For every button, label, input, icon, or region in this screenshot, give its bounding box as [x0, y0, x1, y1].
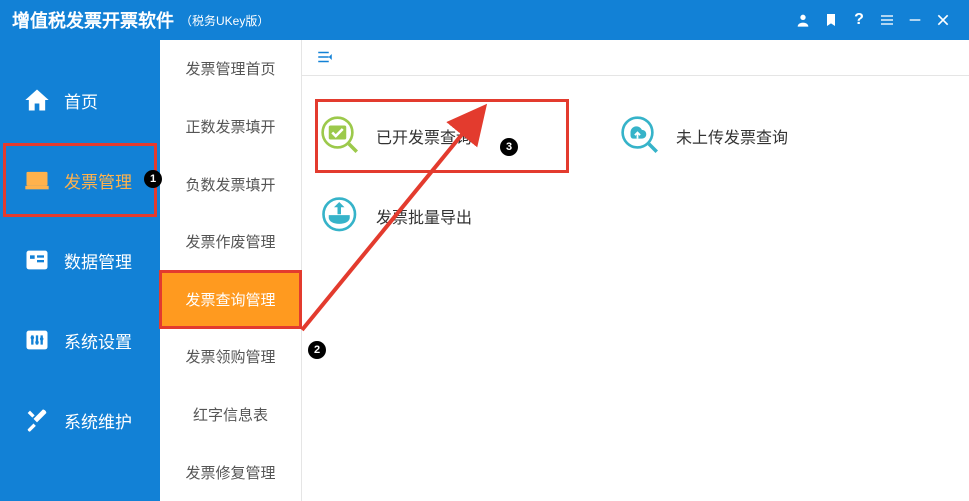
- minimize-icon[interactable]: [901, 6, 929, 34]
- step-badge-3: 3: [500, 138, 518, 156]
- sidebar-item-label: 系统设置: [64, 328, 132, 353]
- sidebar-item-home[interactable]: 首页: [0, 60, 160, 140]
- submenu-item[interactable]: 负数发票填开: [160, 155, 301, 213]
- step-badge-2: 2: [308, 341, 326, 359]
- tile-batch-export[interactable]: 发票批量导出: [312, 176, 572, 256]
- app-subtitle: （税务UKey版）: [180, 12, 269, 29]
- tile-label: 发票批量导出: [376, 204, 472, 228]
- sidebar-item-label: 首页: [64, 88, 98, 113]
- submenu-label: 发票管理首页: [185, 58, 275, 79]
- submenu-item[interactable]: 正数发票填开: [160, 98, 301, 156]
- submenu-label: 红字信息表: [193, 404, 268, 425]
- sidebar-item-settings[interactable]: 系统设置: [0, 300, 160, 380]
- titlebar: 增值税发票开票软件 （税务UKey版） ?: [0, 0, 969, 40]
- submenu-item[interactable]: 发票修复管理: [160, 443, 301, 501]
- submenu-label: 负数发票填开: [185, 174, 275, 195]
- invoice-icon: [22, 165, 52, 195]
- submenu-label: 发票领购管理: [185, 346, 275, 367]
- tile-unuploaded-query[interactable]: 未上传发票查询: [612, 96, 872, 176]
- submenu: 发票管理首页 正数发票填开 负数发票填开 发票作废管理 发票查询管理 发票领购管…: [160, 40, 302, 501]
- sidebar-item-data[interactable]: 数据管理: [0, 220, 160, 300]
- sliders-icon: [22, 325, 52, 355]
- data-icon: [22, 245, 52, 275]
- check-search-icon: [320, 115, 362, 157]
- user-icon[interactable]: [789, 6, 817, 34]
- step-badge-1: 1: [144, 170, 162, 188]
- tile-label: 已开发票查询: [376, 124, 472, 148]
- tile-issued-query[interactable]: 已开发票查询 3: [312, 96, 572, 176]
- sidebar: 首页 发票管理 1 数据管理 系统设置: [0, 40, 160, 501]
- cloud-search-icon: [620, 115, 662, 157]
- sidebar-item-label: 发票管理: [64, 168, 132, 193]
- submenu-label: 发票查询管理: [185, 289, 275, 310]
- sidebar-item-label: 数据管理: [64, 248, 132, 273]
- tile-label: 未上传发票查询: [676, 124, 788, 148]
- main-area: 已开发票查询 3 未上传发票查询 发票批量导出: [302, 40, 969, 501]
- menu-icon[interactable]: [873, 6, 901, 34]
- submenu-item[interactable]: 发票管理首页: [160, 40, 301, 98]
- export-icon: [320, 195, 362, 237]
- sidebar-item-invoice[interactable]: 发票管理 1: [0, 140, 160, 220]
- submenu-item-query[interactable]: 发票查询管理: [160, 271, 301, 329]
- close-icon[interactable]: [929, 6, 957, 34]
- submenu-item[interactable]: 发票作废管理: [160, 213, 301, 271]
- app-title: 增值税发票开票软件: [12, 7, 174, 33]
- help-icon[interactable]: ?: [845, 6, 873, 34]
- submenu-label: 发票修复管理: [185, 462, 275, 483]
- collapse-menu-icon[interactable]: [316, 48, 336, 68]
- sidebar-item-maint[interactable]: 系统维护: [0, 380, 160, 460]
- submenu-label: 正数发票填开: [185, 116, 275, 137]
- sidebar-item-label: 系统维护: [64, 408, 132, 433]
- home-icon: [22, 85, 52, 115]
- main-topbar: [302, 40, 969, 76]
- tools-icon: [22, 405, 52, 435]
- submenu-label: 发票作废管理: [185, 231, 275, 252]
- submenu-item[interactable]: 发票领购管理: [160, 328, 301, 386]
- bookmark-icon[interactable]: [817, 6, 845, 34]
- submenu-item[interactable]: 红字信息表: [160, 386, 301, 444]
